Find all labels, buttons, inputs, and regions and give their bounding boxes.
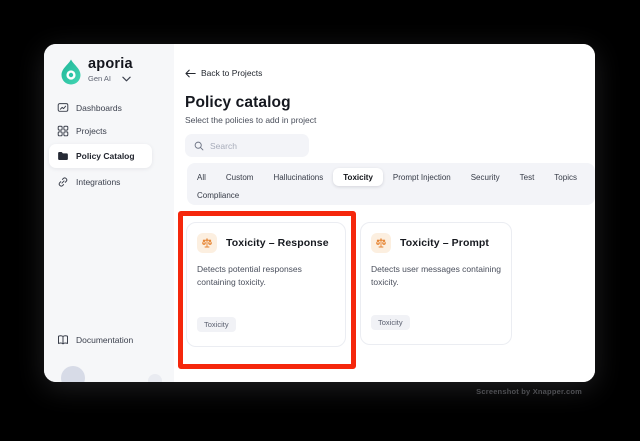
- link-icon: [57, 176, 69, 188]
- sidebar-item-documentation[interactable]: Documentation: [57, 328, 133, 351]
- tab-compliance[interactable]: Compliance: [187, 186, 249, 204]
- sidebar: aporia Gen AI Dashboards Projects Policy…: [44, 44, 174, 382]
- logo-block: aporia Gen AI: [61, 57, 133, 85]
- card-description: Detects user messages containing toxicit…: [371, 264, 501, 287]
- card-tag: Toxicity: [197, 317, 236, 332]
- tab-security[interactable]: Security: [461, 168, 510, 186]
- workspace-name: Gen AI: [88, 74, 111, 83]
- sidebar-item-label: Projects: [76, 125, 107, 136]
- back-arrow-icon: [185, 69, 196, 78]
- sidebar-item-label: Policy Catalog: [76, 151, 135, 161]
- filter-tabs-row-1: All Custom Hallucinations Toxicity Promp…: [187, 168, 595, 186]
- sidebar-item-policy-catalog[interactable]: Policy Catalog: [49, 144, 152, 168]
- tab-toxicity[interactable]: Toxicity: [333, 168, 383, 186]
- sidebar-item-label: Integrations: [76, 176, 121, 187]
- main-content: Back to Projects Policy catalog Select t…: [174, 44, 595, 382]
- back-to-projects-link[interactable]: Back to Projects: [185, 67, 262, 79]
- sidebar-footer-decoration: [148, 374, 162, 382]
- card-description: Detects potential responses containing t…: [197, 264, 302, 287]
- tab-test[interactable]: Test: [510, 168, 545, 186]
- aporia-logo-icon: [61, 57, 81, 85]
- policy-card-toxicity-prompt[interactable]: Toxicity – Prompt Detects user messages …: [360, 222, 512, 345]
- tab-hallucinations[interactable]: Hallucinations: [263, 168, 333, 186]
- screenshot-background: aporia Gen AI Dashboards Projects Policy…: [0, 0, 640, 441]
- card-title: Toxicity – Response: [226, 237, 329, 249]
- workspace-switcher[interactable]: Gen AI: [88, 74, 133, 83]
- page-subtitle: Select the policies to add in project: [185, 115, 317, 125]
- scales-icon: [371, 233, 391, 253]
- card-header: Toxicity – Response: [197, 233, 335, 253]
- card-tag: Toxicity: [371, 315, 410, 330]
- app-window: aporia Gen AI Dashboards Projects Policy…: [44, 44, 595, 382]
- dashboard-icon: [57, 102, 69, 114]
- tab-topics[interactable]: Topics: [544, 168, 587, 186]
- back-link-label: Back to Projects: [201, 68, 263, 78]
- search-input[interactable]: [185, 134, 309, 157]
- chevron-down-icon: [122, 76, 131, 82]
- watermark-text: Screenshot by Xnapper.com: [476, 387, 582, 396]
- tab-all[interactable]: All: [187, 168, 216, 186]
- folder-icon: [57, 150, 69, 162]
- avatar[interactable]: [61, 366, 85, 382]
- sidebar-item-dashboards[interactable]: Dashboards: [49, 96, 174, 119]
- filter-tabs: All Custom Hallucinations Toxicity Promp…: [187, 163, 595, 205]
- page-title: Policy catalog: [185, 94, 291, 111]
- logo-wordmark: aporia: [88, 56, 133, 72]
- tab-custom[interactable]: Custom: [216, 168, 264, 186]
- search-icon: [194, 141, 204, 151]
- search-field[interactable]: [210, 140, 300, 151]
- scales-icon: [197, 233, 217, 253]
- sidebar-item-label: Documentation: [76, 334, 134, 345]
- policy-card-toxicity-response[interactable]: Toxicity – Response Detects potential re…: [186, 222, 346, 347]
- filter-tabs-row-2: Compliance: [187, 186, 595, 204]
- book-icon: [57, 334, 69, 346]
- sidebar-item-label: Dashboards: [76, 102, 122, 113]
- card-header: Toxicity – Prompt: [371, 233, 501, 253]
- sidebar-nav: Dashboards Projects Policy Catalog Integ…: [49, 96, 174, 193]
- sidebar-item-integrations[interactable]: Integrations: [49, 170, 174, 193]
- tab-prompt-injection[interactable]: Prompt Injection: [383, 168, 461, 186]
- card-title: Toxicity – Prompt: [400, 237, 490, 249]
- grid-icon: [57, 125, 69, 137]
- sidebar-item-projects[interactable]: Projects: [49, 119, 174, 142]
